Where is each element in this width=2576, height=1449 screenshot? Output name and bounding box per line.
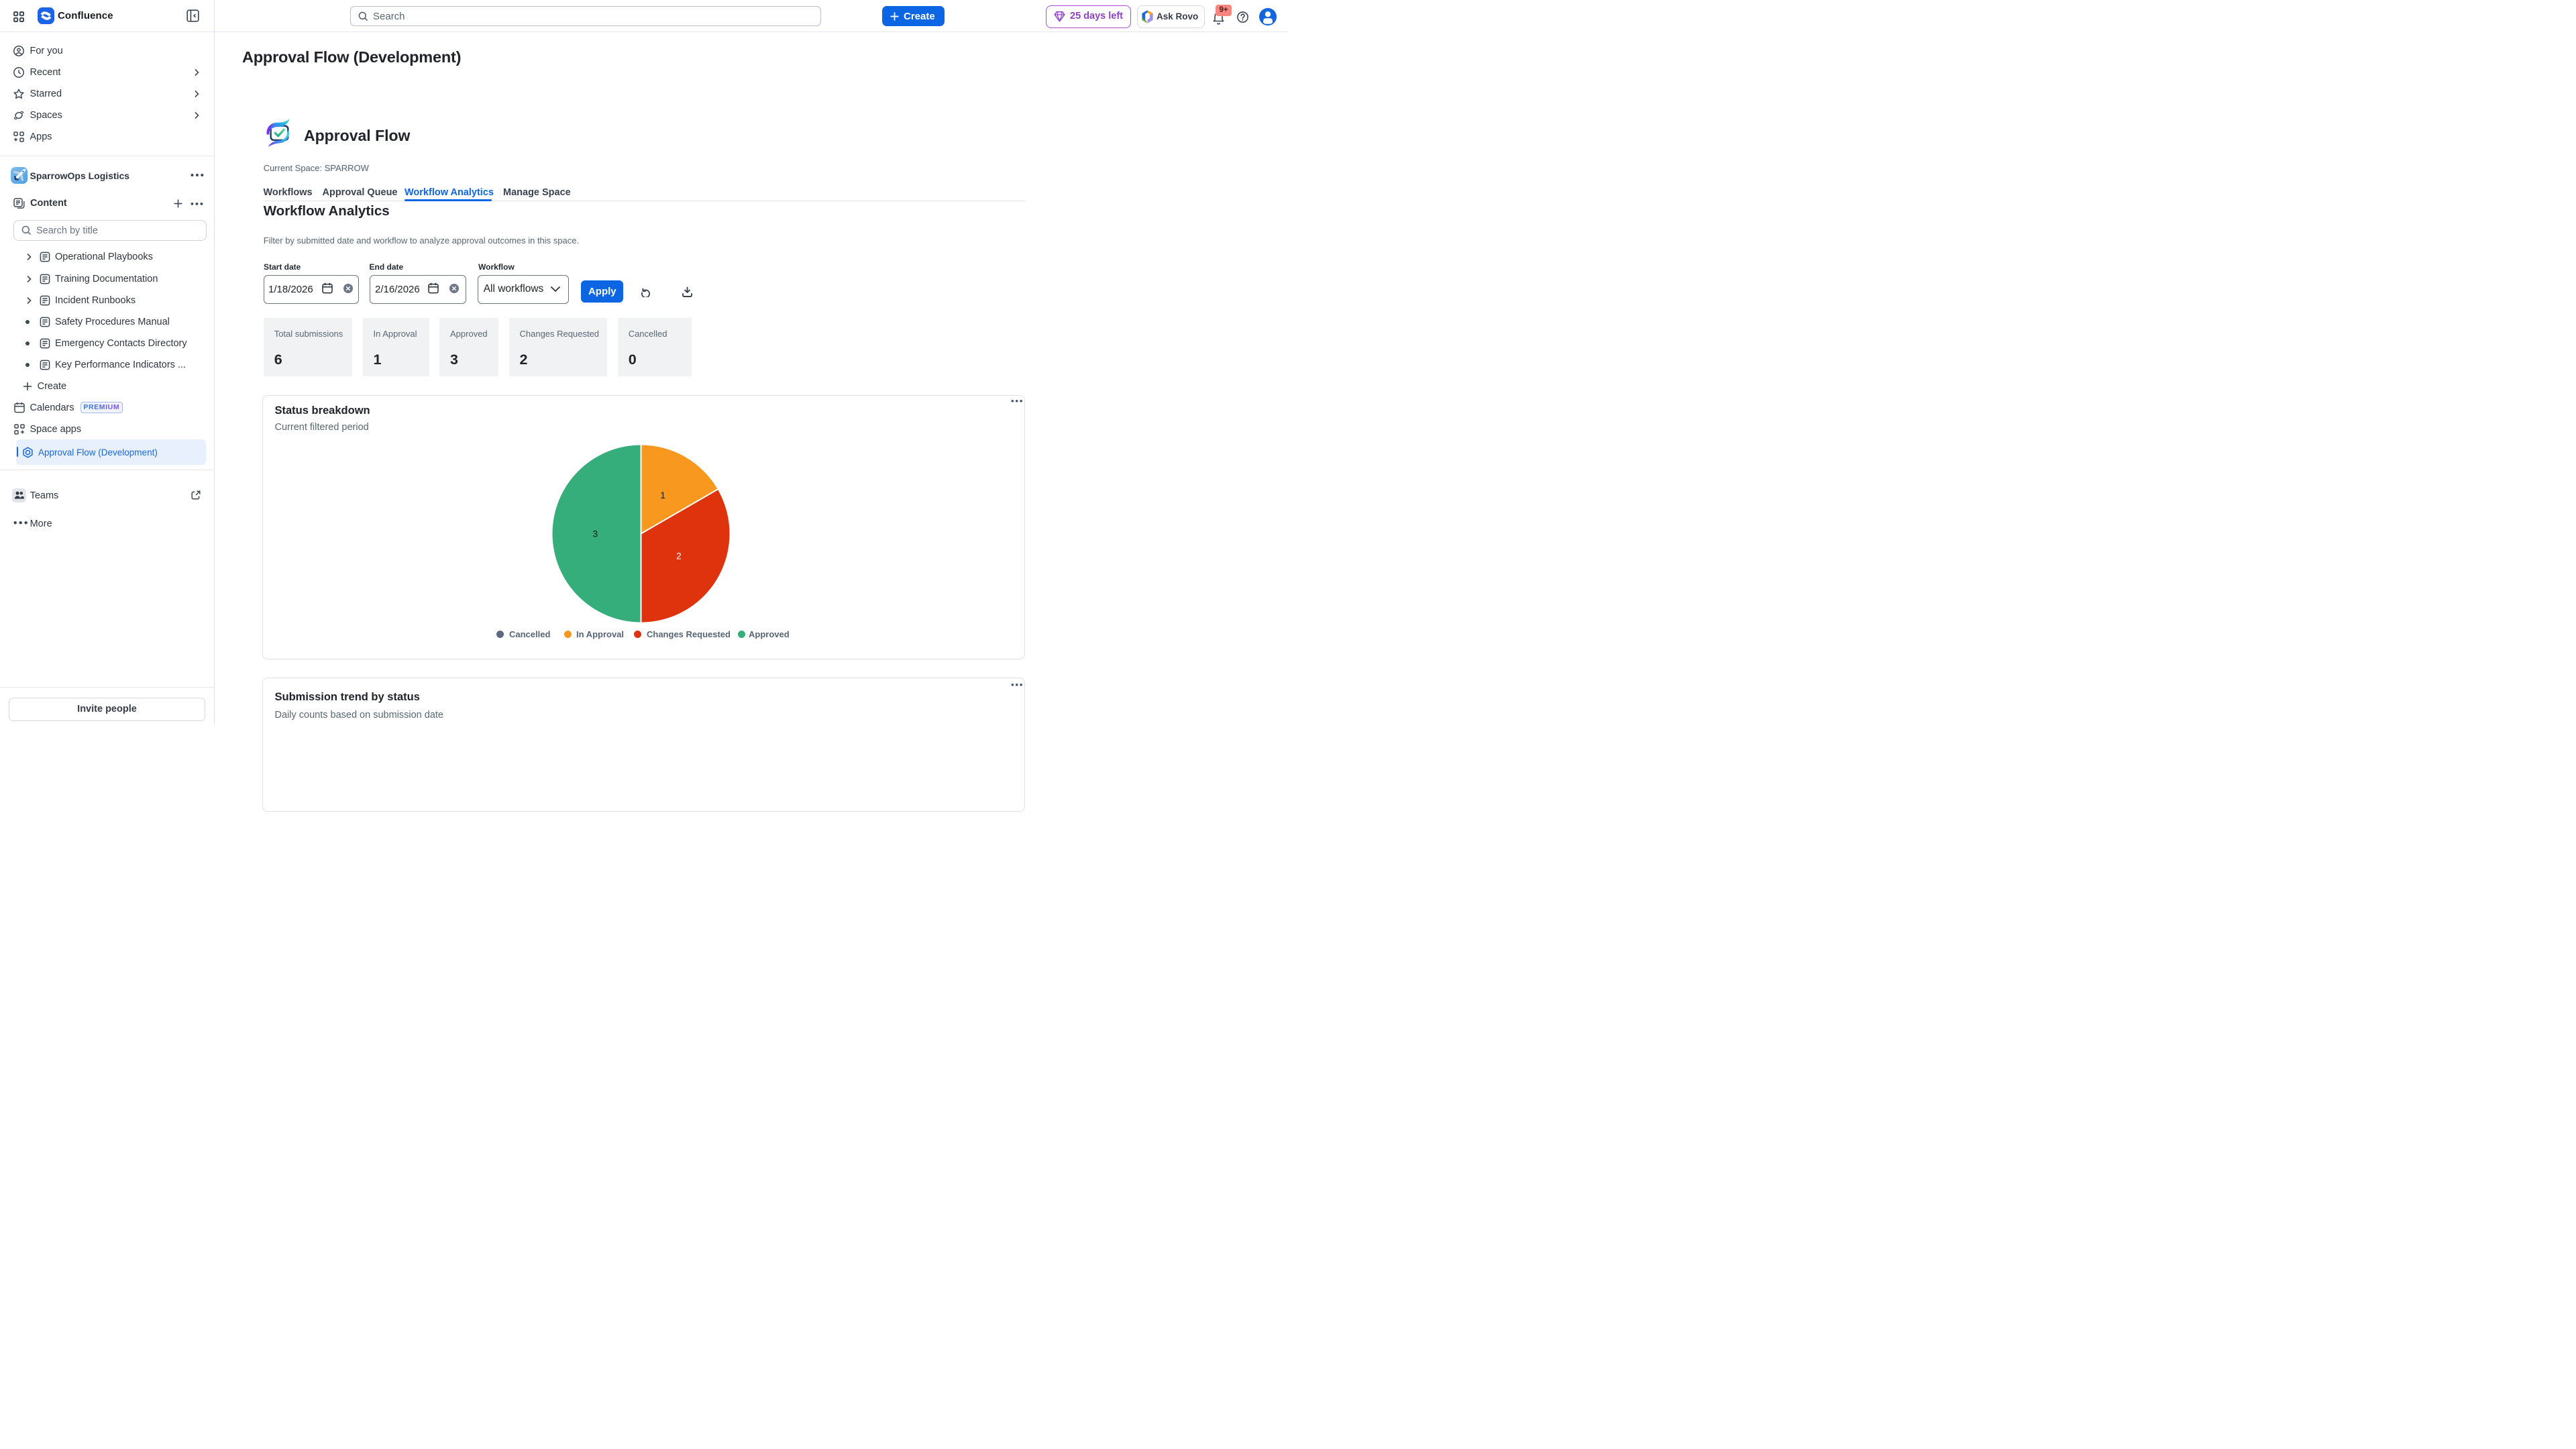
svg-text:2: 2 (676, 550, 682, 561)
svg-text:1: 1 (660, 490, 665, 500)
svg-text:3: 3 (592, 528, 598, 539)
